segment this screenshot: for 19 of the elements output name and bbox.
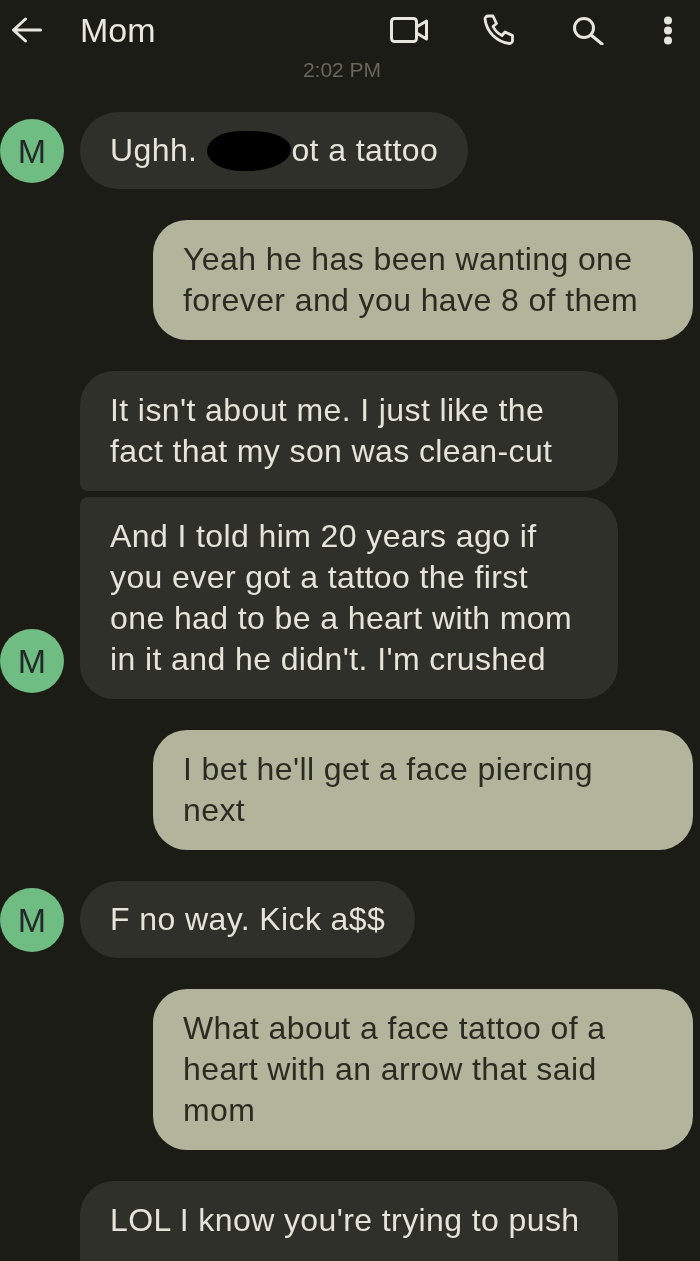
video-camera-icon[interactable]	[390, 17, 428, 43]
message-text: It isn't about me. I just like the fact that my son was clean-cut	[110, 391, 553, 471]
back-arrow-icon[interactable]	[11, 17, 42, 43]
more-menu-icon[interactable]	[663, 15, 673, 45]
message-text: What about a face tattoo of a heart with an arrow that said mom	[183, 1009, 606, 1130]
message-text: Yeah he has been wanting one forever and you have 8 of them	[183, 240, 638, 320]
contact-avatar[interactable]: M	[0, 888, 64, 952]
message-text: ot a tattoo	[291, 131, 439, 170]
search-icon[interactable]	[571, 15, 605, 45]
contact-avatar[interactable]: M	[0, 629, 64, 693]
contact-name: Mom	[80, 10, 156, 50]
phone-icon[interactable]	[482, 14, 516, 46]
message-text: I bet he'll get a face piercing next	[183, 750, 593, 830]
contact-avatar[interactable]: M	[0, 119, 64, 183]
message-text: And I told him 20 years ago if you ever got a tattoo the first one had to be a heart with mom in it and he didn't. I'm crushed	[110, 517, 573, 679]
message-text: LOL I know you're trying to push	[110, 1201, 580, 1240]
message-text: Ughh.	[110, 131, 198, 170]
timestamp: 2:02 PM	[302, 60, 382, 80]
message-text: F no way. Kick a$$	[110, 900, 386, 939]
